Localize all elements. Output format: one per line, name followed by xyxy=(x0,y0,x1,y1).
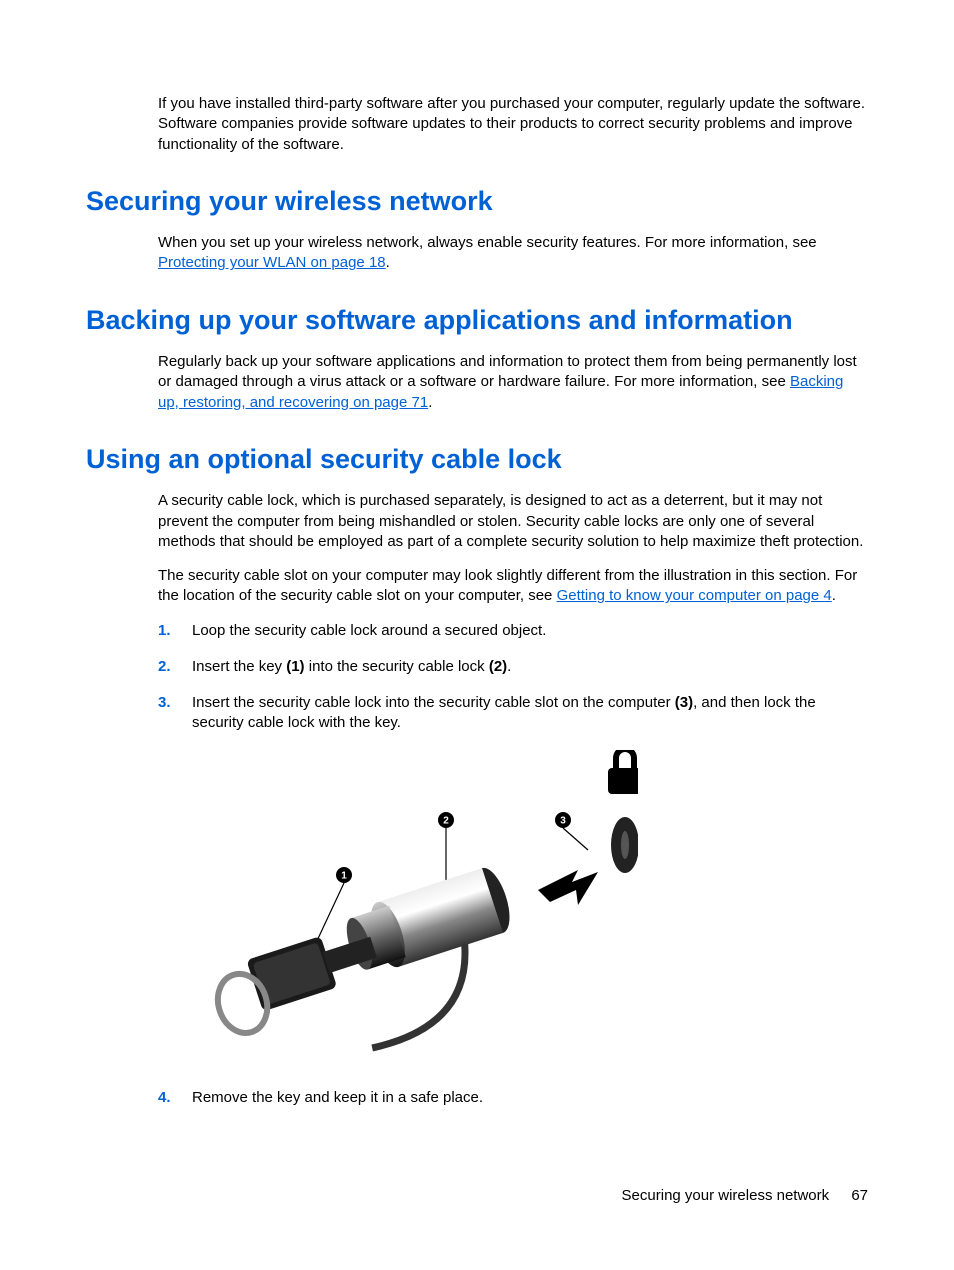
security-cable-illustration: 1 2 3 xyxy=(158,750,638,1060)
text-span: . xyxy=(428,394,432,411)
step-text: Remove the key and keep it in a safe pla… xyxy=(192,1088,868,1108)
step-1: 1. Loop the security cable lock around a… xyxy=(158,621,868,641)
page-footer: Securing your wireless network 67 xyxy=(622,1186,868,1206)
page-number: 67 xyxy=(851,1187,868,1204)
text-span: . xyxy=(832,587,836,604)
text-span: Insert the key xyxy=(192,658,286,675)
callout-ref: (3) xyxy=(675,694,693,711)
step-text: Insert the key (1) into the security cab… xyxy=(192,657,868,677)
callout-3: 3 xyxy=(560,815,566,826)
steps-list-continued: 4. Remove the key and keep it in a safe … xyxy=(158,1088,868,1108)
step-text: Insert the security cable lock into the … xyxy=(192,693,868,734)
heading-backing-up: Backing up your software applications an… xyxy=(86,302,868,338)
paragraph-cable-2: The security cable slot on your computer… xyxy=(158,566,868,607)
step-number: 1. xyxy=(158,621,192,641)
callout-1: 1 xyxy=(341,870,347,881)
callout-ref: (2) xyxy=(489,658,507,675)
text-span: Regularly back up your software applicat… xyxy=(158,353,857,390)
step-3: 3. Insert the security cable lock into t… xyxy=(158,693,868,734)
paragraph-securing-wireless: When you set up your wireless network, a… xyxy=(158,233,868,274)
footer-title: Securing your wireless network xyxy=(622,1187,830,1204)
text-span: . xyxy=(386,254,390,271)
text-span: When you set up your wireless network, a… xyxy=(158,234,817,251)
intro-paragraph: If you have installed third-party softwa… xyxy=(158,94,868,155)
link-getting-to-know[interactable]: Getting to know your computer on page 4 xyxy=(557,587,832,604)
paragraph-cable-1: A security cable lock, which is purchase… xyxy=(158,491,868,552)
arrow-icon xyxy=(538,870,598,905)
heading-securing-wireless: Securing your wireless network xyxy=(86,183,868,219)
step-number: 2. xyxy=(158,657,192,677)
callout-2: 2 xyxy=(443,815,449,826)
steps-list: 1. Loop the security cable lock around a… xyxy=(158,621,868,734)
text-span: Insert the security cable lock into the … xyxy=(192,694,675,711)
step-number: 3. xyxy=(158,693,192,734)
padlock-icon xyxy=(608,750,638,794)
text-span: into the security cable lock xyxy=(305,658,489,675)
figure-security-cable: 1 2 3 xyxy=(158,750,868,1060)
step-2: 2. Insert the key (1) into the security … xyxy=(158,657,868,677)
paragraph-backing-up: Regularly back up your software applicat… xyxy=(158,352,868,413)
step-number: 4. xyxy=(158,1088,192,1108)
step-text: Loop the security cable lock around a se… xyxy=(192,621,868,641)
callout-ref: (1) xyxy=(286,658,304,675)
link-protecting-wlan[interactable]: Protecting your WLAN on page 18 xyxy=(158,254,386,271)
step-4: 4. Remove the key and keep it in a safe … xyxy=(158,1088,868,1108)
heading-security-cable: Using an optional security cable lock xyxy=(86,441,868,477)
text-span: . xyxy=(507,658,511,675)
